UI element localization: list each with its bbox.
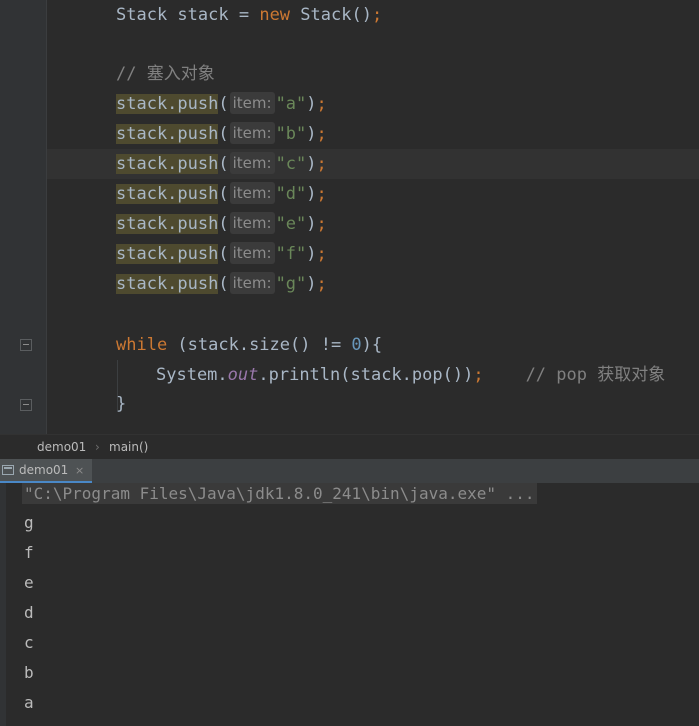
parameter-hint: item: <box>229 122 275 144</box>
semicolon: ; <box>473 365 484 385</box>
semicolon: ; <box>316 244 327 264</box>
open-paren: ( <box>218 94 229 114</box>
parameter-hint: item: <box>229 92 275 114</box>
string-literal: "e" <box>275 214 307 234</box>
run-tool-window-tabs: demo01 × <box>0 459 699 484</box>
number-literal: 0 <box>351 335 362 355</box>
semicolon: ; <box>316 184 327 204</box>
push-call: stack.push <box>116 244 219 264</box>
out-field: out <box>227 365 259 385</box>
open-paren: ( <box>218 214 229 234</box>
string-literal: "f" <box>275 244 307 264</box>
code-line-push[interactable]: stack.push(item: "g"); <box>116 269 327 299</box>
system-class: System. <box>156 365 228 385</box>
close-paren: ) <box>306 274 317 294</box>
constructor-name: Stack <box>290 5 352 25</box>
parens: () <box>351 5 372 25</box>
code-line-push[interactable]: stack.push(item: "b"); <box>116 119 327 149</box>
console-window-icon <box>2 465 14 475</box>
code-line-push[interactable]: stack.push(item: "d"); <box>116 179 327 209</box>
fold-close-icon[interactable] <box>20 399 32 411</box>
open-paren: ( <box>218 154 229 174</box>
console-output-line: d <box>24 603 34 622</box>
push-call: stack.push <box>116 154 219 174</box>
type-name: Stack <box>116 5 168 25</box>
semicolon: ; <box>316 154 327 174</box>
breadcrumb: demo01 › main() <box>0 434 699 459</box>
run-console[interactable]: "C:\Program Files\Java\jdk1.8.0_241\bin\… <box>0 483 699 726</box>
console-output-line: g <box>24 513 34 532</box>
run-tab-demo01[interactable]: demo01 × <box>0 459 92 483</box>
code-line-while[interactable]: while (stack.size() != 0){ <box>116 330 382 360</box>
push-call: stack.push <box>116 274 219 294</box>
code-line-println[interactable]: System.out.println(stack.pop()); // pop 获… <box>156 360 665 390</box>
console-output-line: e <box>24 573 34 592</box>
console-output-line: a <box>24 693 34 712</box>
pop-comment: // pop 获取对象 <box>525 365 666 385</box>
parameter-hint: item: <box>229 212 275 234</box>
open-paren: ( <box>218 274 229 294</box>
console-output-line: b <box>24 663 34 682</box>
close-paren: ) <box>306 214 317 234</box>
gutter-divider <box>46 0 47 434</box>
string-literal: "d" <box>275 184 307 204</box>
semicolon: ; <box>371 5 383 25</box>
code-editor[interactable]: Stack stack = new Stack(); // 塞入对象 stack… <box>0 0 699 434</box>
string-literal: "g" <box>275 274 307 294</box>
close-paren: ) <box>306 124 317 144</box>
console-command-line[interactable]: "C:\Program Files\Java\jdk1.8.0_241\bin\… <box>22 483 537 504</box>
println-call: .println(stack.pop()) <box>258 365 474 385</box>
semicolon: ; <box>316 124 327 144</box>
string-literal: "b" <box>275 124 307 144</box>
push-call: stack.push <box>116 124 219 144</box>
semicolon: ; <box>316 94 327 114</box>
run-tab-label: demo01 <box>19 463 69 477</box>
open-paren: ( <box>218 244 229 264</box>
close-paren: ) <box>306 94 317 114</box>
close-paren: ) <box>306 154 317 174</box>
console-left-strip <box>0 483 6 726</box>
parameter-hint: item: <box>229 152 275 174</box>
semicolon: ; <box>316 214 327 234</box>
editor-gutter[interactable] <box>0 0 46 434</box>
code-line-push[interactable]: stack.push(item: "e"); <box>116 209 327 239</box>
while-open-brace: ){ <box>361 335 383 355</box>
open-paren: ( <box>218 124 229 144</box>
code-line-push[interactable]: stack.push(item: "c"); <box>116 149 327 179</box>
open-paren: ( <box>218 184 229 204</box>
parameter-hint: item: <box>229 182 275 204</box>
code-line-close-brace[interactable]: } <box>116 389 126 419</box>
fold-open-icon[interactable] <box>20 339 32 351</box>
breadcrumb-separator: › <box>95 440 100 454</box>
push-call: stack.push <box>116 184 219 204</box>
assign-operator: = <box>238 5 260 25</box>
code-line-push[interactable]: stack.push(item: "a"); <box>116 89 327 119</box>
push-call: stack.push <box>116 214 219 234</box>
close-paren: ) <box>306 244 317 264</box>
code-line-push[interactable]: stack.push(item: "f"); <box>116 239 327 269</box>
close-icon[interactable]: × <box>75 459 84 482</box>
new-keyword: new <box>259 5 291 25</box>
code-line-stack-decl[interactable]: Stack stack = new Stack(); <box>116 0 382 30</box>
while-condition: (stack.size() != <box>167 335 352 355</box>
while-keyword: while <box>116 335 168 355</box>
breadcrumb-class[interactable]: demo01 <box>37 435 86 459</box>
string-literal: "c" <box>275 154 307 174</box>
console-output-line: f <box>24 543 34 562</box>
code-line-comment[interactable]: // 塞入对象 <box>116 59 215 89</box>
semicolon: ; <box>316 274 327 294</box>
parameter-hint: item: <box>229 242 275 264</box>
parameter-hint: item: <box>229 272 275 294</box>
close-paren: ) <box>306 184 317 204</box>
breadcrumb-method[interactable]: main() <box>109 435 148 459</box>
push-call: stack.push <box>116 94 219 114</box>
variable-name: stack <box>167 5 239 25</box>
string-literal: "a" <box>275 94 307 114</box>
console-output-line: c <box>24 633 34 652</box>
